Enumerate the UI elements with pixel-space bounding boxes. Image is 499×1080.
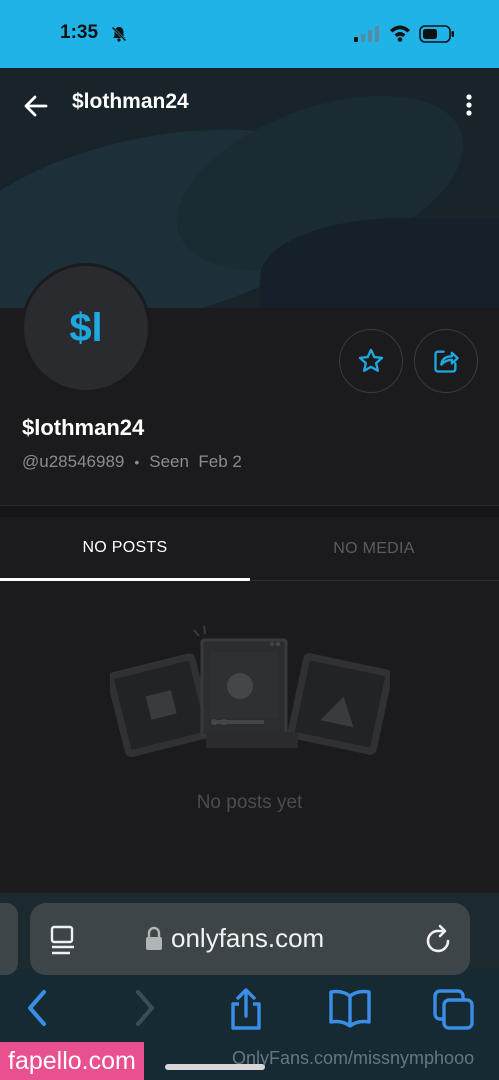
no-posts-illustration: [110, 625, 390, 758]
reader-icon[interactable]: [48, 924, 78, 956]
forward-icon[interactable]: [130, 988, 158, 1028]
last-seen: Seen Feb 2: [149, 452, 242, 471]
empty-state-message: No posts yet: [196, 792, 303, 813]
status-bar: 1:35: [0, 0, 499, 68]
signal-icon: [354, 26, 379, 42]
watermark-badge: fapello.com: [0, 1042, 144, 1080]
more-vertical-icon[interactable]: [462, 92, 476, 120]
section-divider: [0, 505, 499, 517]
previous-tab-preview[interactable]: [0, 903, 18, 975]
reload-icon[interactable]: [424, 924, 454, 956]
tab-media[interactable]: NO MEDIA: [249, 517, 499, 581]
watermark-site: OnlyFans.com/missnymphooo: [232, 1048, 475, 1068]
header-title: $lothman24: [72, 90, 189, 113]
profile-meta: @u28546989 • Seen Feb 2: [22, 452, 242, 472]
share-icon: [434, 350, 459, 373]
bookmarks-icon[interactable]: [328, 988, 372, 1028]
star-icon: [358, 348, 384, 372]
status-time: 1:35: [60, 22, 99, 43]
wifi-icon: [390, 25, 410, 42]
tab-posts[interactable]: NO POSTS: [0, 517, 250, 581]
share-profile-button[interactable]: [414, 329, 478, 393]
favorite-button[interactable]: [339, 329, 403, 393]
meta-separator: •: [134, 454, 140, 470]
display-name: $lothman24: [22, 415, 145, 440]
content-tabs: NO POSTS NO MEDIA: [0, 517, 499, 581]
arrow-left-icon[interactable]: [22, 92, 50, 120]
bell-slash-icon: [111, 26, 127, 42]
tabs-icon[interactable]: [432, 988, 476, 1032]
share-icon[interactable]: [226, 988, 266, 1032]
username: @u28546989: [22, 452, 125, 471]
lock-icon: [146, 926, 162, 950]
url-text[interactable]: onlyfans.com: [171, 923, 324, 954]
avatar-initials: $l: [69, 305, 103, 350]
back-icon[interactable]: [24, 988, 52, 1028]
battery-icon: [419, 25, 454, 43]
avatar[interactable]: $l: [21, 263, 151, 393]
